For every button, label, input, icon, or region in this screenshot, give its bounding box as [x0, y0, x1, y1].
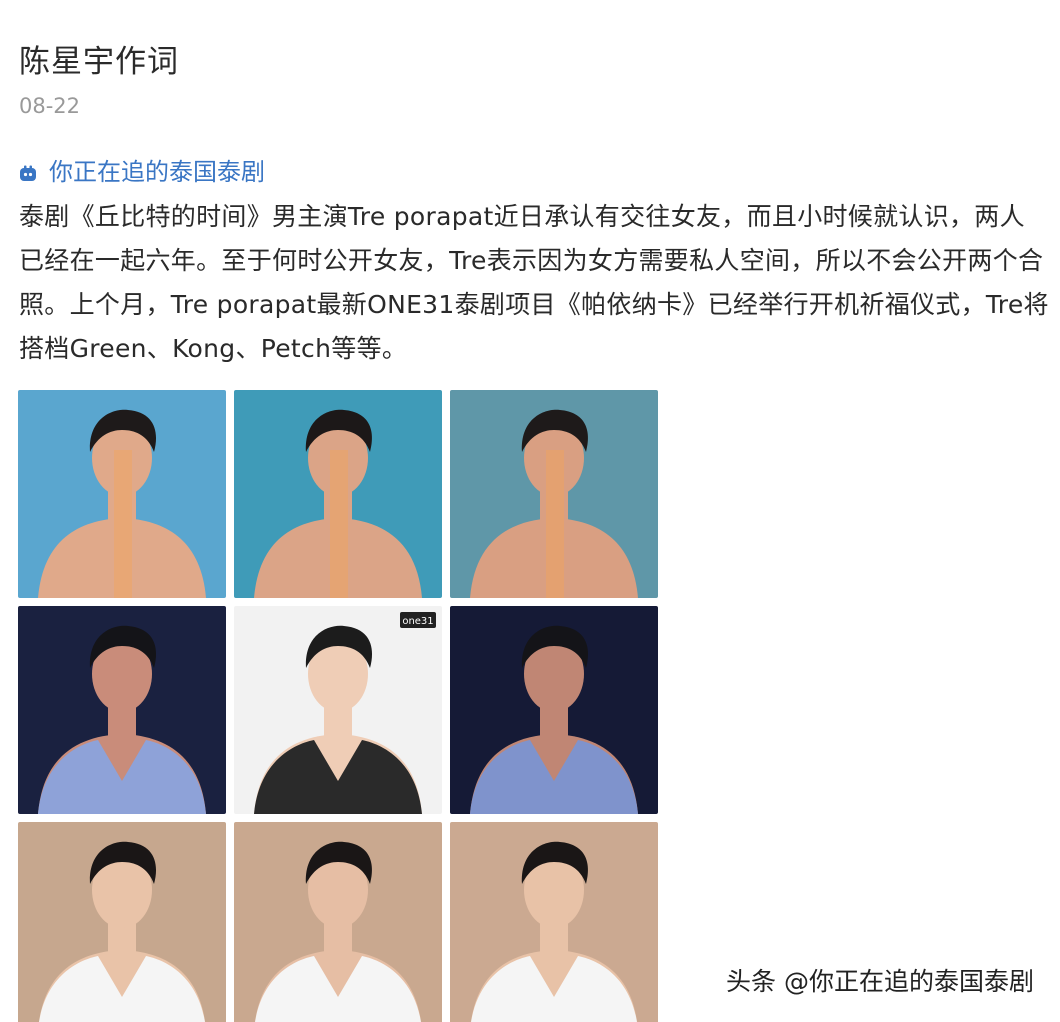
portrait-image	[450, 390, 658, 598]
photo-thumbnail[interactable]	[450, 822, 658, 1022]
photo-thumbnail[interactable]	[18, 606, 226, 814]
channel-badge: one31	[402, 616, 433, 627]
portrait-image	[450, 822, 658, 1022]
photo-thumbnail[interactable]: one31	[234, 606, 442, 814]
post-body: 泰剧《丘比特的时间》男主演Tre porapat近日承认有交往女友，而且小时候就…	[19, 202, 1049, 363]
portrait-image	[18, 390, 226, 598]
photo-thumbnail[interactable]	[450, 606, 658, 814]
photo-thumbnail[interactable]	[18, 822, 226, 1022]
portrait-image	[450, 606, 658, 814]
photo-thumbnail[interactable]	[450, 390, 658, 598]
topic-label: 你正在追的泰国泰剧	[49, 158, 265, 186]
topic-badge-icon	[19, 161, 37, 181]
portrait-image	[234, 822, 442, 1022]
post-date: 08-22	[19, 94, 81, 118]
author-name[interactable]: 陈星宇作词	[19, 36, 179, 81]
photo-thumbnail[interactable]	[18, 390, 226, 598]
portrait-image	[18, 606, 226, 814]
photo-thumbnail[interactable]	[234, 822, 442, 1022]
portrait-image	[234, 390, 442, 598]
post-card: 陈星宇作词 08-22 你正在追的泰国泰剧 泰剧《丘比特的时间》男主演Tre p…	[0, 0, 1060, 1022]
photo-thumbnail[interactable]	[234, 390, 442, 598]
photo-grid: one31	[18, 390, 658, 1022]
watermark: 头条 @你正在追的泰国泰剧	[720, 960, 1040, 1000]
topic-link[interactable]: 你正在追的泰国泰剧	[19, 152, 265, 187]
portrait-image: one31	[234, 606, 442, 814]
portrait-image	[18, 822, 226, 1022]
